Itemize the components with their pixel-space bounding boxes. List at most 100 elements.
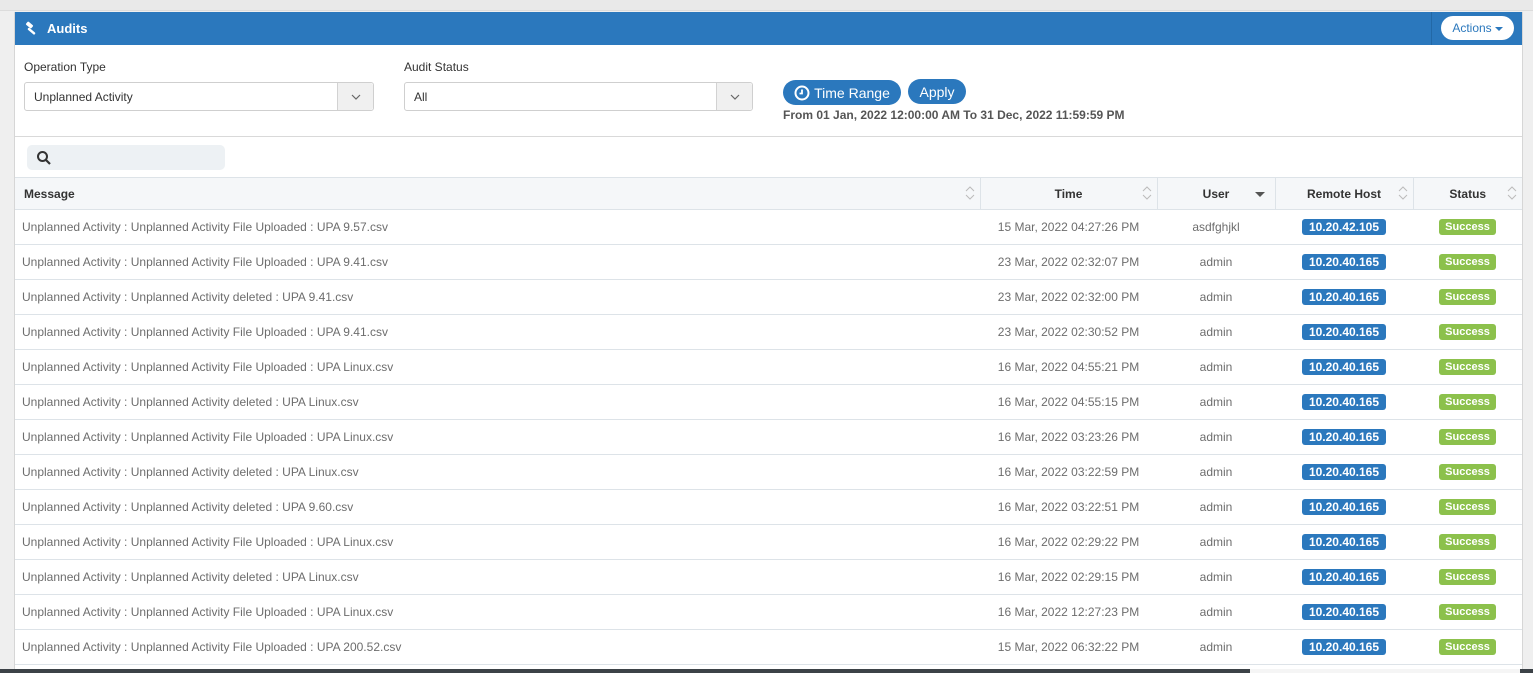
remote-host-badge: 10.20.40.165 <box>1301 499 1387 515</box>
status-badge: Success <box>1439 569 1496 585</box>
status-badge: Success <box>1439 429 1496 445</box>
remote-host-badge: 10.20.42.105 <box>1301 219 1387 235</box>
cell-status: Success <box>1413 349 1522 385</box>
cell-remote-host: 10.20.40.165 <box>1275 279 1413 315</box>
table-row[interactable]: Unplanned Activity : Unplanned Activity … <box>15 489 1522 525</box>
table-row[interactable]: Unplanned Activity : Unplanned Activity … <box>15 524 1522 560</box>
cell-message: Unplanned Activity : Unplanned Activity … <box>15 629 980 665</box>
table-row[interactable]: Unplanned Activity : Unplanned Activity … <box>15 279 1522 315</box>
cell-user: admin <box>1157 244 1275 280</box>
remote-host-badge: 10.20.40.165 <box>1301 464 1387 480</box>
column-header-remote-host[interactable]: Remote Host <box>1275 177 1414 210</box>
time-range-text: From 01 Jan, 2022 12:00:00 AM To 31 Dec,… <box>783 108 1125 122</box>
cell-message: Unplanned Activity : Unplanned Activity … <box>15 419 980 455</box>
header-divider <box>1431 12 1432 45</box>
cell-message: Unplanned Activity : Unplanned Activity … <box>15 349 980 385</box>
cell-status: Success <box>1413 384 1522 420</box>
cell-time: 16 Mar, 2022 12:27:23 PM <box>980 594 1157 630</box>
operation-type-label: Operation Type <box>24 60 106 74</box>
filters-section: Operation Type Unplanned Activity Audit … <box>15 45 1522 137</box>
actions-button[interactable]: Actions <box>1441 16 1514 40</box>
panel-title: Audits <box>47 21 88 36</box>
cell-remote-host: 10.20.40.165 <box>1275 524 1413 560</box>
operation-type-select[interactable]: Unplanned Activity <box>24 82 374 111</box>
cell-status: Success <box>1413 489 1522 525</box>
cell-status: Success <box>1413 559 1522 595</box>
cell-remote-host: 10.20.40.165 <box>1275 349 1413 385</box>
audit-status-label: Audit Status <box>404 60 469 74</box>
search-input[interactable] <box>56 144 225 171</box>
cell-message: Unplanned Activity : Unplanned Activity … <box>15 489 980 525</box>
status-badge: Success <box>1439 499 1496 515</box>
table-row[interactable]: Unplanned Activity : Unplanned Activity … <box>15 209 1522 245</box>
cell-remote-host: 10.20.40.165 <box>1275 244 1413 280</box>
table-row[interactable]: Unplanned Activity : Unplanned Activity … <box>15 419 1522 455</box>
audit-status-value: All <box>414 89 428 104</box>
table-row[interactable]: Unplanned Activity : Unplanned Activity … <box>15 629 1522 665</box>
table-row[interactable]: Unplanned Activity : Unplanned Activity … <box>15 384 1522 420</box>
cell-status: Success <box>1413 244 1522 280</box>
table-body: Unplanned Activity : Unplanned Activity … <box>15 209 1522 665</box>
cell-time: 16 Mar, 2022 03:22:59 PM <box>980 454 1157 490</box>
column-header-status[interactable]: Status <box>1413 177 1522 210</box>
table-row[interactable]: Unplanned Activity : Unplanned Activity … <box>15 594 1522 630</box>
status-badge: Success <box>1439 254 1496 270</box>
cell-message: Unplanned Activity : Unplanned Activity … <box>15 454 980 490</box>
remote-host-badge: 10.20.40.165 <box>1301 324 1387 340</box>
time-range-button[interactable]: Time Range <box>783 80 901 105</box>
column-header-time[interactable]: Time <box>980 177 1158 210</box>
cell-user: admin <box>1157 314 1275 350</box>
cell-status: Success <box>1413 279 1522 315</box>
cell-time: 16 Mar, 2022 02:29:22 PM <box>980 524 1157 560</box>
cell-user: admin <box>1157 454 1275 490</box>
time-range-label: Time Range <box>814 84 890 101</box>
remote-host-badge: 10.20.40.165 <box>1301 604 1387 620</box>
status-badge: Success <box>1439 324 1496 340</box>
cell-message: Unplanned Activity : Unplanned Activity … <box>15 209 980 245</box>
cell-message: Unplanned Activity : Unplanned Activity … <box>15 524 980 560</box>
actions-label: Actions <box>1452 21 1492 35</box>
cell-user: admin <box>1157 384 1275 420</box>
cell-user: admin <box>1157 419 1275 455</box>
sort-icon <box>965 186 974 200</box>
cell-remote-host: 10.20.40.165 <box>1275 629 1413 665</box>
panel-header: Audits Actions <box>15 12 1522 45</box>
cell-time: 23 Mar, 2022 02:30:52 PM <box>980 314 1157 350</box>
cell-user: asdfghjkl <box>1157 209 1275 245</box>
column-header-message[interactable]: Message <box>15 177 981 210</box>
cell-message: Unplanned Activity : Unplanned Activity … <box>15 384 980 420</box>
status-badge: Success <box>1439 639 1496 655</box>
audit-status-select[interactable]: All <box>404 82 753 111</box>
cell-user: admin <box>1157 594 1275 630</box>
remote-host-badge: 10.20.40.165 <box>1301 569 1387 585</box>
chevron-down-icon[interactable] <box>337 83 373 110</box>
table-header-row: Message Time User Remote Host Status <box>15 177 1522 210</box>
clock-icon <box>794 85 810 101</box>
search-box[interactable] <box>27 144 225 171</box>
table-row[interactable]: Unplanned Activity : Unplanned Activity … <box>15 349 1522 385</box>
gavel-icon <box>24 21 40 37</box>
cell-user: admin <box>1157 629 1275 665</box>
top-strip <box>0 0 1533 11</box>
column-header-user[interactable]: User <box>1157 177 1276 210</box>
remote-host-badge: 10.20.40.165 <box>1301 534 1387 550</box>
cell-remote-host: 10.20.40.165 <box>1275 489 1413 525</box>
chevron-down-icon[interactable] <box>716 83 752 110</box>
cell-user: admin <box>1157 524 1275 560</box>
table-row[interactable]: Unplanned Activity : Unplanned Activity … <box>15 559 1522 595</box>
cell-user: admin <box>1157 279 1275 315</box>
cell-remote-host: 10.20.40.165 <box>1275 384 1413 420</box>
apply-button[interactable]: Apply <box>908 79 966 104</box>
cell-message: Unplanned Activity : Unplanned Activity … <box>15 594 980 630</box>
table-row[interactable]: Unplanned Activity : Unplanned Activity … <box>15 454 1522 490</box>
status-badge: Success <box>1439 219 1496 235</box>
remote-host-badge: 10.20.40.165 <box>1301 254 1387 270</box>
cell-time: 23 Mar, 2022 02:32:07 PM <box>980 244 1157 280</box>
audits-table: Message Time User Remote Host Status Unp… <box>15 177 1522 665</box>
table-row[interactable]: Unplanned Activity : Unplanned Activity … <box>15 244 1522 280</box>
table-row[interactable]: Unplanned Activity : Unplanned Activity … <box>15 314 1522 350</box>
remote-host-badge: 10.20.40.165 <box>1301 289 1387 305</box>
sort-desc-icon <box>1254 192 1265 197</box>
status-badge: Success <box>1439 394 1496 410</box>
cell-remote-host: 10.20.40.165 <box>1275 594 1413 630</box>
